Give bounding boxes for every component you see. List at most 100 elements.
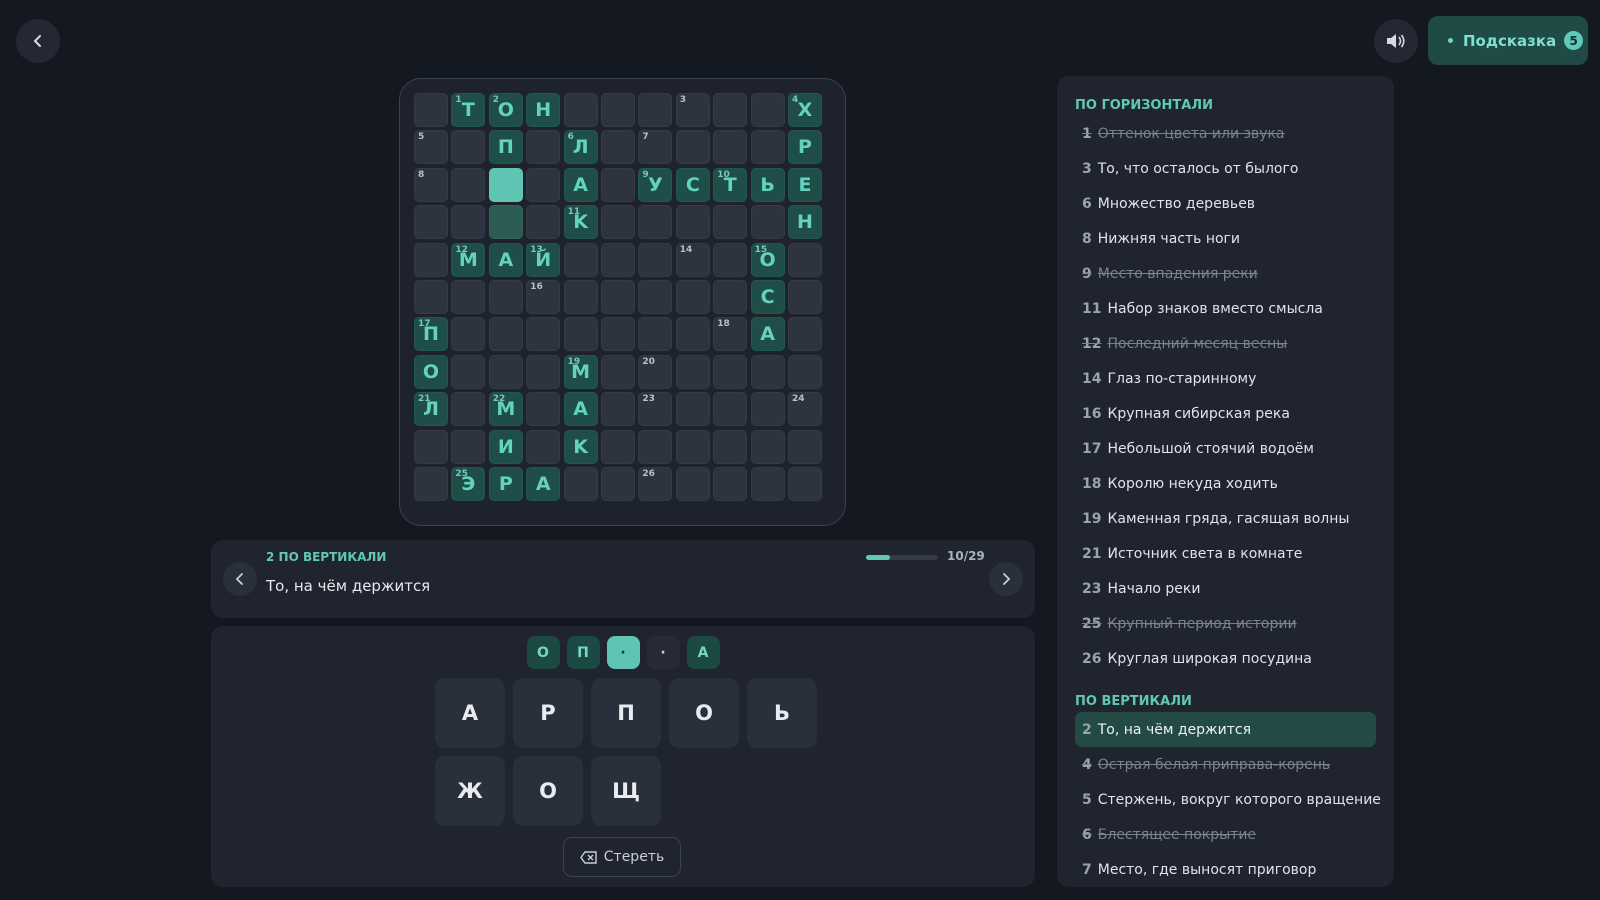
grid-cell[interactable] <box>526 317 561 352</box>
next-clue-button[interactable] <box>989 562 1023 596</box>
grid-cell[interactable] <box>451 130 486 165</box>
grid-cell[interactable] <box>638 93 673 127</box>
clue-item[interactable]: 19 Каменная гряда, гасящая волны <box>1075 501 1376 536</box>
grid-cell[interactable]: 8 <box>414 167 448 202</box>
back-button[interactable] <box>16 19 60 63</box>
grid-cell[interactable] <box>750 392 785 427</box>
clue-item[interactable]: 26 Круглая широкая посудина <box>1075 641 1376 676</box>
answer-slot[interactable]: O <box>526 636 560 669</box>
grid-cell[interactable] <box>788 280 822 314</box>
grid-cell[interactable]: И <box>488 429 523 464</box>
letter-key[interactable]: Р <box>513 678 583 748</box>
clue-item[interactable]: 3 То, что осталось от былого <box>1075 151 1376 186</box>
grid-cell[interactable]: 18 <box>713 317 748 352</box>
clue-item[interactable]: 14 Глаз по-старинному <box>1075 361 1376 396</box>
clue-item[interactable]: 16 Крупная сибирская река <box>1075 396 1376 431</box>
grid-cell[interactable]: П <box>488 130 523 165</box>
grid-cell[interactable] <box>526 130 561 165</box>
grid-cell[interactable]: 14 <box>675 242 710 277</box>
grid-cell[interactable] <box>788 242 822 277</box>
grid-cell[interactable] <box>750 467 785 501</box>
grid-cell[interactable] <box>638 205 673 240</box>
grid-cell[interactable] <box>601 130 635 165</box>
grid-cell[interactable] <box>713 354 748 389</box>
grid-cell[interactable]: A <box>526 467 561 501</box>
grid-cell[interactable]: T1 <box>451 93 486 127</box>
clue-item[interactable]: 18 Королю некуда ходить <box>1075 466 1376 501</box>
grid-cell[interactable] <box>750 205 785 240</box>
grid-cell[interactable] <box>451 280 486 314</box>
grid-cell[interactable]: T 10 <box>713 167 748 202</box>
grid-cell[interactable]: Ь <box>750 167 785 202</box>
grid-cell[interactable] <box>451 354 486 389</box>
grid-cell[interactable] <box>675 392 710 427</box>
grid-cell[interactable]: Э 25 <box>451 467 486 501</box>
grid-cell[interactable] <box>713 205 748 240</box>
grid-cell[interactable]: E <box>788 167 822 202</box>
clue-item[interactable]: 12 Последний месяц весны <box>1075 326 1376 361</box>
clue-item[interactable]: 9 Место впадения реки <box>1075 256 1376 291</box>
grid-cell[interactable] <box>563 93 598 127</box>
grid-cell[interactable] <box>601 93 635 127</box>
letter-key[interactable]: А <box>435 678 505 748</box>
answer-slot[interactable]: · <box>606 636 640 669</box>
grid-cell[interactable] <box>526 354 561 389</box>
hint-button[interactable]: Подсказка 5 <box>1428 16 1588 65</box>
grid-cell[interactable] <box>451 429 486 464</box>
grid-cell[interactable] <box>788 354 822 389</box>
letter-key[interactable]: Щ <box>591 756 661 826</box>
grid-cell[interactable] <box>526 167 561 202</box>
grid-cell[interactable] <box>601 392 635 427</box>
grid-cell[interactable] <box>601 354 635 389</box>
clue-item[interactable]: 21 Источник света в комнате <box>1075 536 1376 571</box>
grid-cell[interactable]: 24 <box>788 392 822 427</box>
sound-toggle-button[interactable] <box>1374 19 1418 63</box>
grid-cell[interactable] <box>451 205 486 240</box>
grid-cell[interactable] <box>601 317 635 352</box>
grid-cell[interactable] <box>601 280 635 314</box>
grid-cell[interactable] <box>750 354 785 389</box>
grid-cell[interactable] <box>675 280 710 314</box>
grid-cell[interactable]: M 12 <box>451 242 486 277</box>
clue-item[interactable]: 23 Начало реки <box>1075 571 1376 606</box>
grid-cell[interactable]: H <box>788 205 822 240</box>
grid-cell[interactable]: У9 <box>638 167 673 202</box>
grid-cell[interactable]: A <box>488 242 523 277</box>
grid-cell[interactable] <box>713 130 748 165</box>
grid-cell[interactable]: O 15 <box>750 242 785 277</box>
grid-cell[interactable] <box>713 467 748 501</box>
grid-cell[interactable] <box>601 167 635 202</box>
grid-cell[interactable] <box>601 205 635 240</box>
grid-cell[interactable]: 3 <box>675 93 710 127</box>
clue-item[interactable]: 6 Множество деревьев <box>1075 186 1376 221</box>
grid-cell[interactable] <box>788 467 822 501</box>
grid-cell[interactable] <box>488 280 523 314</box>
grid-cell[interactable] <box>414 429 448 464</box>
grid-cell[interactable] <box>601 467 635 501</box>
grid-cell[interactable] <box>713 93 748 127</box>
grid-cell[interactable] <box>601 429 635 464</box>
grid-cell[interactable]: A <box>563 167 598 202</box>
grid-cell[interactable]: M 22 <box>488 392 523 427</box>
grid-cell[interactable] <box>675 429 710 464</box>
grid-cell[interactable] <box>638 429 673 464</box>
previous-clue-button[interactable] <box>223 562 257 596</box>
grid-cell[interactable] <box>488 317 523 352</box>
grid-cell[interactable]: P <box>488 467 523 501</box>
grid-cell[interactable] <box>563 242 598 277</box>
letter-key[interactable]: О <box>513 756 583 826</box>
grid-cell[interactable]: A <box>750 317 785 352</box>
grid-cell[interactable] <box>488 354 523 389</box>
grid-cell[interactable] <box>526 429 561 464</box>
grid-cell[interactable] <box>414 93 448 127</box>
grid-cell[interactable]: P <box>788 130 822 165</box>
grid-cell[interactable] <box>414 205 448 240</box>
clue-item[interactable]: 17 Небольшой стоячий водоём <box>1075 431 1376 466</box>
grid-cell[interactable]: C <box>675 167 710 202</box>
grid-cell[interactable] <box>750 130 785 165</box>
grid-cell[interactable] <box>713 280 748 314</box>
grid-cell[interactable]: Л 21 <box>414 392 448 427</box>
grid-cell[interactable]: 5 <box>414 130 448 165</box>
letter-key[interactable]: П <box>591 678 661 748</box>
clue-item[interactable]: 11 Набор знаков вместо смысла <box>1075 291 1376 326</box>
